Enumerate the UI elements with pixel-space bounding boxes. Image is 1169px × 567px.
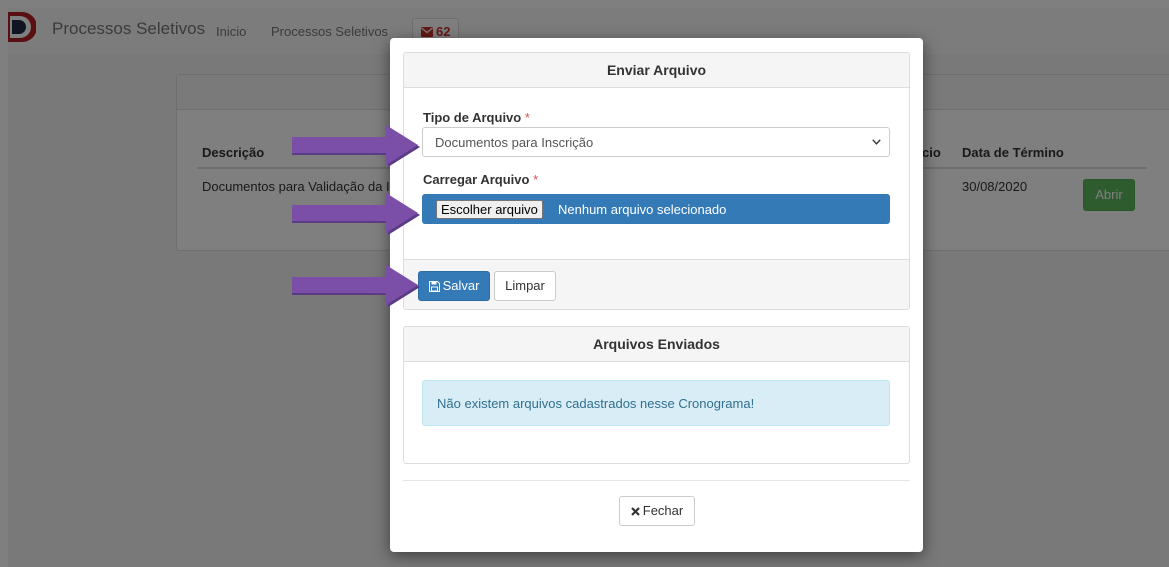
empty-files-message: Não existem arquivos cadastrados nesse C…: [437, 396, 755, 411]
tipo-arquivo-select[interactable]: Documentos para Inscrição: [422, 127, 890, 157]
annotation-arrow-icon: [292, 265, 420, 307]
file-status-text: Nenhum arquivo selecionado: [558, 202, 727, 217]
save-button-label: Salvar: [442, 278, 480, 293]
upload-card-title: Enviar Arquivo: [404, 53, 909, 88]
upload-card-footer: Salvar Limpar: [404, 259, 909, 309]
required-mark: *: [524, 110, 530, 125]
floppy-disk-icon: [428, 281, 440, 292]
empty-files-alert: Não existem arquivos cadastrados nesse C…: [422, 380, 890, 426]
tipo-arquivo-label-text: Tipo de Arquivo: [423, 110, 522, 125]
clear-button[interactable]: Limpar: [494, 271, 556, 301]
chevron-down-icon: [872, 139, 881, 145]
choose-file-button[interactable]: Escolher arquivo: [436, 200, 543, 219]
file-upload-input[interactable]: Escolher arquivo Nenhum arquivo selecion…: [422, 194, 890, 224]
close-icon: [630, 507, 640, 516]
carregar-arquivo-label-text: Carregar Arquivo: [423, 172, 530, 187]
annotation-arrow-icon: [292, 193, 420, 235]
required-mark: *: [533, 172, 539, 187]
close-button-label: Fechar: [642, 503, 684, 518]
save-button[interactable]: Salvar: [418, 271, 490, 301]
modal-footer-divider: [403, 480, 910, 481]
tipo-arquivo-label: Tipo de Arquivo *: [423, 110, 530, 125]
sent-files-title: Arquivos Enviados: [404, 327, 909, 362]
carregar-arquivo-label: Carregar Arquivo *: [423, 172, 538, 187]
upload-card: Enviar Arquivo Tipo de Arquivo * Documen…: [403, 52, 910, 310]
annotation-arrow-icon: [292, 125, 420, 167]
sent-files-card: Arquivos Enviados Não existem arquivos c…: [403, 326, 910, 464]
upload-modal: Enviar Arquivo Tipo de Arquivo * Documen…: [390, 38, 923, 552]
tipo-arquivo-value: Documentos para Inscrição: [435, 135, 594, 150]
close-button[interactable]: Fechar: [619, 496, 695, 526]
